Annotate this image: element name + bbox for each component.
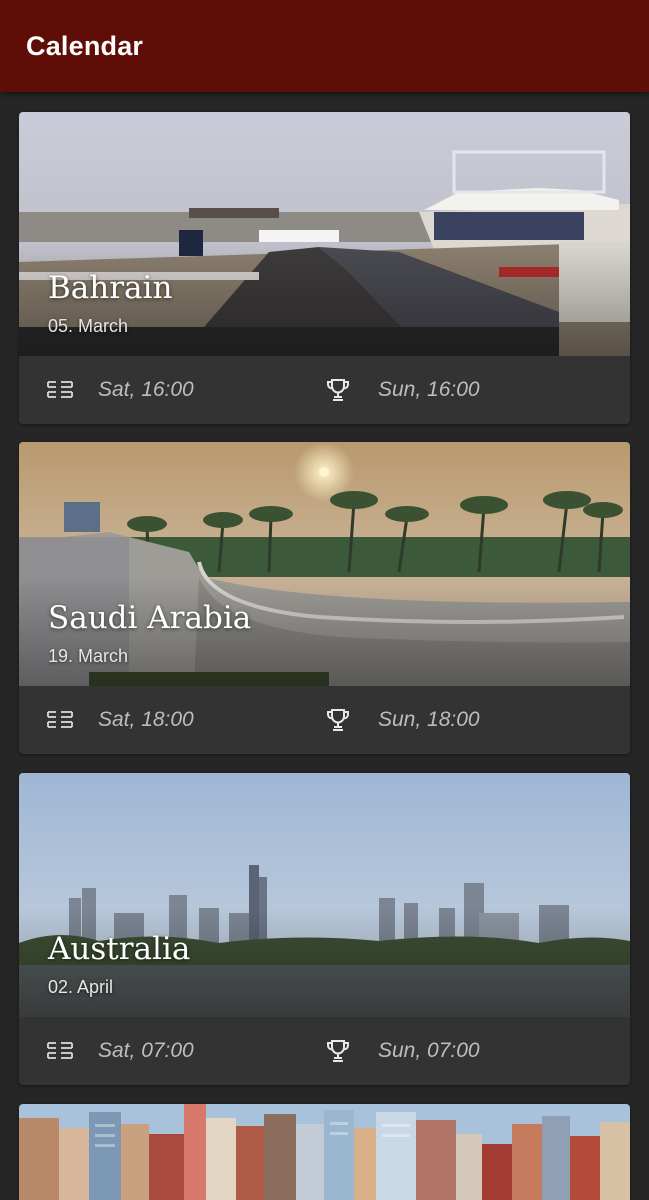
qualifying-time: Sat, 18:00: [98, 708, 194, 731]
race-time: Sun, 16:00: [378, 378, 480, 401]
race-sessions: Sat, 07:00 Sun, 07:00: [19, 1017, 630, 1085]
page-title: Calendar: [26, 30, 144, 61]
qualifying-session: Sat, 18:00: [46, 686, 194, 754]
race-country: Bahrain: [48, 270, 173, 306]
race-time: Sun, 07:00: [378, 1039, 480, 1062]
trophy-icon: [324, 706, 352, 734]
race-date: 02. April: [48, 977, 114, 997]
qualifying-time: Sat, 16:00: [98, 378, 194, 401]
race-card-bahrain[interactable]: Bahrain 05. March Sat, 16:00 Sun, 16:00: [19, 112, 630, 424]
race-image-next: [19, 1104, 630, 1200]
race-sessions: Sat, 18:00 Sun, 18:00: [19, 686, 630, 754]
race-session: Sun, 18:00: [324, 686, 480, 754]
qualifying-session: Sat, 16:00: [46, 356, 194, 424]
qualifying-time: Sat, 07:00: [98, 1039, 194, 1062]
starting-grid-icon: [46, 1037, 74, 1065]
starting-grid-icon: [46, 706, 74, 734]
app-bar: Calendar: [0, 0, 649, 92]
starting-grid-icon: [46, 376, 74, 404]
race-card-saudi-arabia[interactable]: Saudi Arabia 19. March Sat, 18:00 Sun, 1…: [19, 442, 630, 754]
race-sessions: Sat, 16:00 Sun, 16:00: [19, 356, 630, 424]
trophy-icon: [324, 376, 352, 404]
race-time: Sun, 18:00: [378, 708, 480, 731]
race-session: Sun, 16:00: [324, 356, 480, 424]
qualifying-session: Sat, 07:00: [46, 1017, 194, 1085]
race-date: 19. March: [48, 646, 129, 666]
race-card-australia[interactable]: Australia 02. April Sat, 07:00 Sun, 07:0…: [19, 773, 630, 1085]
race-session: Sun, 07:00: [324, 1017, 480, 1085]
race-country: Australia: [48, 931, 191, 967]
race-card-next[interactable]: [19, 1104, 630, 1200]
race-date: 05. March: [48, 316, 129, 336]
trophy-icon: [324, 1037, 352, 1065]
race-country: Saudi Arabia: [48, 600, 252, 636]
